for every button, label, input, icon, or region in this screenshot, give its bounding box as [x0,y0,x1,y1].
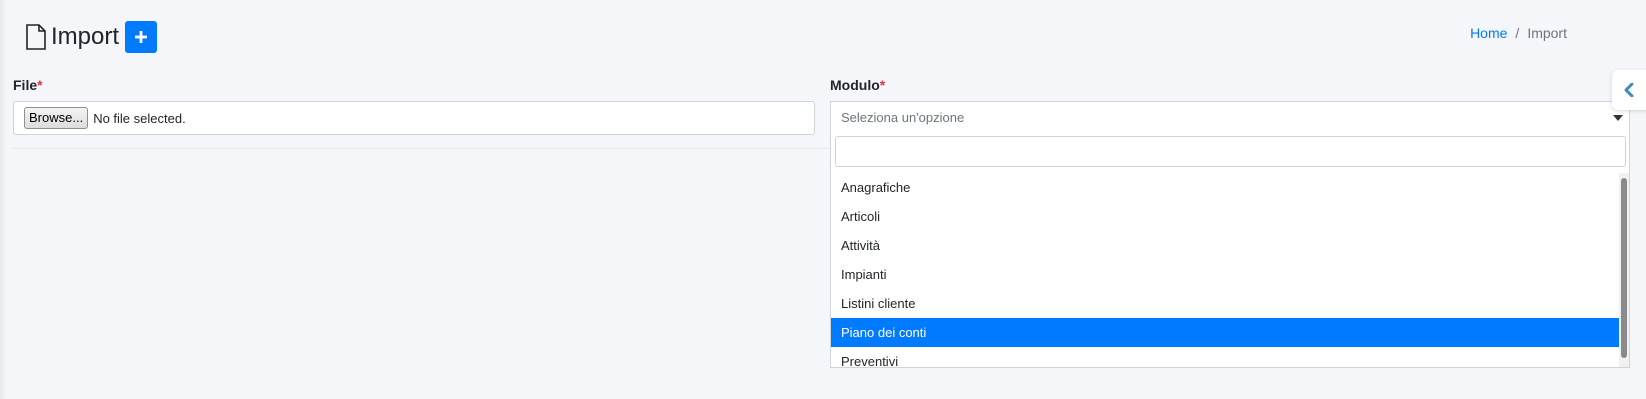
file-input[interactable]: Browse... No file selected. [13,101,815,135]
dropdown-option[interactable]: Attività [831,231,1620,260]
dropdown-option[interactable]: Preventivi [831,347,1620,367]
module-label: Modulo* [830,77,885,93]
file-label-text: File [13,77,38,93]
module-dropdown: Anagrafiche Articoli Attività Impianti L… [830,132,1630,368]
file-label: File* [13,77,43,93]
dropdown-search-input[interactable] [835,136,1626,167]
dropdown-option[interactable]: Listini cliente [831,289,1620,318]
file-status: No file selected. [93,110,186,126]
module-select[interactable]: Seleziona un'opzione [830,101,1630,132]
dropdown-scrollbar-thumb[interactable] [1621,178,1627,358]
plus-icon [135,31,148,43]
chevron-left-icon [1624,83,1634,97]
browse-button[interactable]: Browse... [24,107,89,129]
breadcrumb-separator: / [1515,25,1520,41]
left-edge-shadow [0,0,6,399]
dropdown-option[interactable]: Articoli [831,202,1620,231]
module-label-text: Modulo [830,77,880,93]
breadcrumb: Home / Import [1470,25,1567,41]
add-button[interactable] [125,21,158,53]
dropdown-option-highlighted[interactable]: Piano dei conti [831,318,1620,347]
file-icon [26,24,46,50]
sidebar-toggle-button[interactable] [1612,70,1646,110]
caret-down-icon[interactable] [1613,115,1623,121]
breadcrumb-home-link[interactable]: Home [1470,25,1507,41]
page-header: Import [26,20,158,54]
required-mark: * [879,77,886,93]
dropdown-options: Anagrafiche Articoli Attività Impianti L… [831,173,1620,367]
required-mark: * [37,77,43,93]
dropdown-option[interactable]: Anagrafiche [831,173,1620,202]
page-title: Import [51,23,120,50]
module-select-placeholder: Seleziona un'opzione [841,109,965,125]
breadcrumb-current: Import [1527,25,1567,41]
dropdown-option[interactable]: Impianti [831,260,1620,289]
